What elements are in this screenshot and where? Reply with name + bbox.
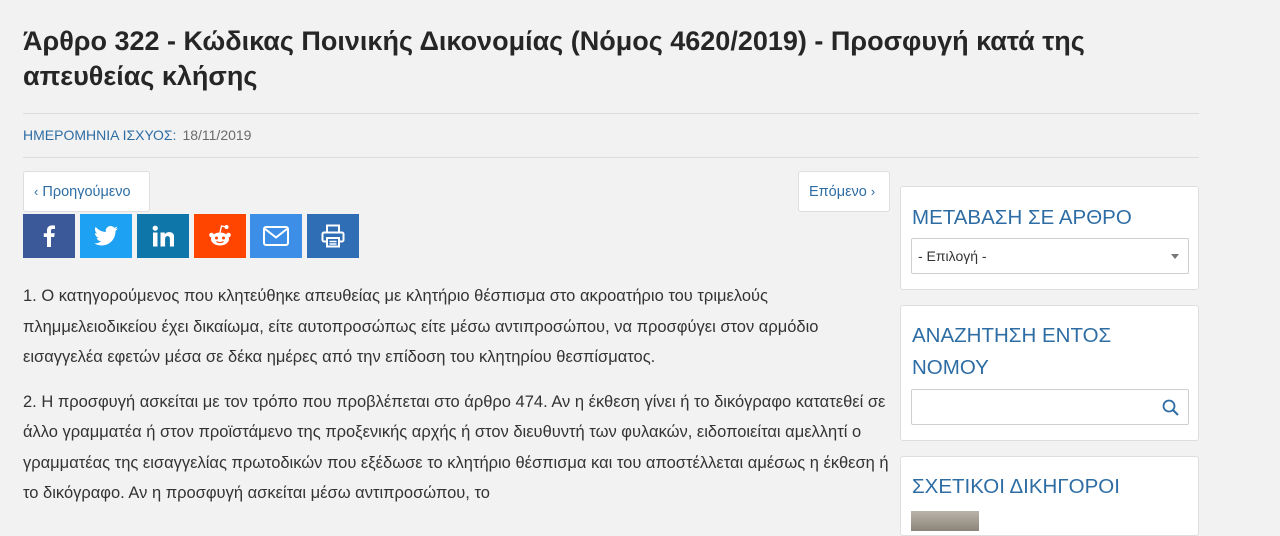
article-body: 1. Ο κατηγορούμενος που κλητεύθηκε απευθ…: [23, 281, 893, 523]
dropdown-arrow-icon: [1171, 254, 1179, 259]
reddit-icon: [209, 225, 231, 246]
lawyer-avatar[interactable]: [911, 511, 979, 531]
search-input[interactable]: [912, 390, 1164, 422]
next-label: Επόμενο: [809, 183, 867, 200]
related-lawyers-widget: ΣΧΕΤΙΚΟΙ ΔΙΚΗΓΟΡΟΙ: [900, 456, 1199, 536]
chevron-left-icon: ‹: [34, 184, 39, 199]
share-twitter-button[interactable]: [80, 214, 132, 258]
search-box: [911, 389, 1189, 425]
search-law-title: ΑΝΑΖΗΤΗΣΗ ΕΝΤΟΣ ΝΟΜΟΥ: [912, 324, 1112, 379]
paragraph: 2. Η προσφυγή ασκείται με τον τρόπο που …: [23, 392, 889, 503]
print-button[interactable]: [307, 214, 359, 258]
previous-label: Προηγούμενο: [42, 183, 131, 200]
goto-article-widget: ΜΕΤΑΒΑΣΗ ΣΕ ΑΡΘΡΟ - Επιλογή -: [900, 186, 1199, 290]
divider: [23, 157, 1199, 158]
previous-article-button[interactable]: ‹ Προηγούμενο: [23, 171, 150, 212]
page-title: Άρθρο 322 - Κώδικας Ποινικής Δικονομίας …: [23, 26, 1085, 91]
effective-date-value: 18/11/2019: [182, 127, 252, 143]
divider: [23, 113, 1199, 114]
facebook-icon: [43, 225, 55, 247]
goto-article-title: ΜΕΤΑΒΑΣΗ ΣΕ ΑΡΘΡΟ: [912, 206, 1132, 229]
paragraph: 1. Ο κατηγορούμενος που κλητεύθηκε απευθ…: [23, 287, 819, 366]
printer-icon: [321, 224, 345, 248]
search-icon[interactable]: [1162, 399, 1179, 421]
related-lawyers-title: ΣΧΕΤΙΚΟΙ ΔΙΚΗΓΟΡΟΙ: [912, 475, 1120, 498]
share-reddit-button[interactable]: [194, 214, 246, 258]
search-law-widget: ΑΝΑΖΗΤΗΣΗ ΕΝΤΟΣ ΝΟΜΟΥ: [900, 305, 1199, 441]
share-email-button[interactable]: [250, 214, 302, 258]
next-article-button[interactable]: Επόμενο ›: [798, 171, 890, 212]
effective-date-label: ΗΜΕΡΟΜΗΝΙΑ ΙΣΧΥΟΣ:: [23, 127, 177, 143]
chevron-right-icon: ›: [870, 184, 876, 199]
email-icon: [263, 226, 289, 246]
share-linkedin-button[interactable]: [137, 214, 189, 258]
share-facebook-button[interactable]: [23, 214, 75, 258]
article-select-value: - Επιλογή -: [918, 248, 987, 264]
linkedin-icon: [152, 225, 174, 247]
article-select[interactable]: - Επιλογή -: [911, 238, 1189, 274]
effective-date: ΗΜΕΡΟΜΗΝΙΑ ΙΣΧΥΟΣ: 18/11/2019: [23, 127, 251, 143]
twitter-icon: [94, 226, 118, 246]
